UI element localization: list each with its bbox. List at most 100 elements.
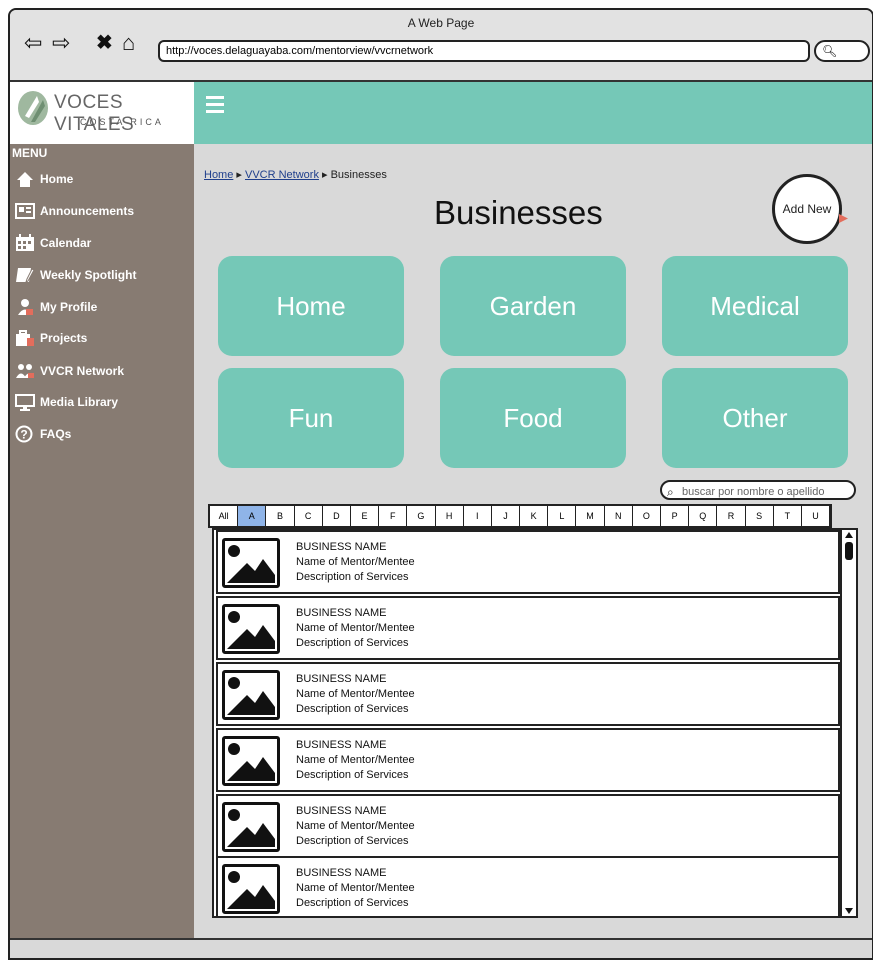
category-label: Garden (489, 290, 577, 321)
list-item-text: BUSINESS NAME Name of Mentor/Mentee Desc… (296, 540, 415, 585)
sidebar-item-announcements[interactable]: Announcements (15, 200, 134, 222)
list-item[interactable]: BUSINESS NAME Name of Mentor/Mentee Desc… (216, 530, 840, 594)
sidebar-item-label: Announcements (40, 204, 135, 218)
list-item[interactable]: BUSINESS NAME Name of Mentor/Mentee Desc… (216, 596, 840, 660)
forward-icon[interactable]: ⇨ (52, 32, 70, 54)
back-icon[interactable]: ⇦ (24, 32, 42, 54)
alpha-filter-k[interactable]: K (520, 506, 549, 526)
browser-window: A Web Page ⇦ ⇨ ✖ ⌂ http://voces.delaguay… (8, 8, 873, 960)
alpha-filter-j[interactable]: J (492, 506, 521, 526)
alphabet-filter: All A B C D E F G H I J K L M N O P Q R … (208, 504, 833, 528)
image-placeholder-icon (222, 802, 280, 852)
list-scrollbar[interactable] (840, 530, 856, 916)
sidebar-item-projects[interactable]: Projects (15, 327, 87, 349)
breadcrumb-separator-icon: ▸ (236, 169, 245, 181)
member-search-input[interactable]: ⌕ buscar por nombre o apellido (660, 480, 856, 500)
breadcrumb-home-link[interactable]: Home (204, 169, 233, 181)
breadcrumb-network-link[interactable]: VVCR Network (245, 169, 319, 181)
alpha-filter-b[interactable]: B (266, 506, 295, 526)
image-placeholder-icon (222, 864, 280, 914)
list-item[interactable]: BUSINESS NAME Name of Mentor/Mentee Desc… (216, 856, 840, 916)
alpha-filter-h[interactable]: H (436, 506, 464, 526)
list-item-text: BUSINESS NAME Name of Mentor/Mentee Desc… (296, 606, 415, 651)
category-food-button[interactable]: Food (440, 368, 626, 468)
user-icon (15, 298, 35, 316)
alpha-filter-n[interactable]: N (605, 506, 633, 526)
sidebar-item-label: My Profile (40, 300, 98, 314)
browser-title-bar: A Web Page ⇦ ⇨ ✖ ⌂ http://voces.delaguay… (10, 10, 872, 82)
sidebar-item-vvcr-network[interactable]: VVCR Network (15, 360, 124, 382)
close-icon[interactable]: ✖ (96, 32, 113, 54)
logo[interactable]: VOCES VITALES COSTA RICA (10, 82, 194, 144)
sidebar-item-label: Media Library (40, 395, 119, 409)
category-label: Home (276, 290, 346, 321)
sidebar-item-label: Projects (40, 331, 88, 345)
newspaper-icon (15, 202, 35, 220)
category-medical-button[interactable]: Medical (662, 256, 848, 356)
list-item-text: BUSINESS NAME Name of Mentor/Mentee Desc… (296, 866, 415, 911)
category-label: Other (722, 402, 788, 433)
list-item[interactable]: BUSINESS NAME Name of Mentor/Mentee Desc… (216, 662, 840, 726)
main-content: Home ▸ VVCR Network ▸ Businesses Busines… (194, 144, 872, 940)
category-label: Medical (710, 290, 800, 321)
business-name: BUSINESS NAME (296, 739, 387, 751)
home-nav-icon[interactable]: ⌂ (122, 32, 135, 54)
service-description: Description of Services (296, 835, 409, 847)
list-item[interactable]: BUSINESS NAME Name of Mentor/Mentee Desc… (216, 728, 840, 792)
service-description: Description of Services (296, 703, 409, 715)
help-icon: ? (15, 425, 35, 443)
alpha-filter-r[interactable]: R (717, 506, 746, 526)
alpha-filter-o[interactable]: O (633, 506, 661, 526)
svg-text:?: ? (20, 428, 27, 442)
breadcrumb: Home ▸ VVCR Network ▸ Businesses (204, 168, 387, 181)
sidebar-item-label: FAQs (40, 427, 72, 441)
sidebar-item-calendar[interactable]: Calendar (15, 232, 91, 254)
category-garden-button[interactable]: Garden (440, 256, 626, 356)
alpha-filter-d[interactable]: D (323, 506, 351, 526)
mentor-name: Name of Mentor/Mentee (296, 754, 415, 766)
alpha-filter-i[interactable]: I (464, 506, 492, 526)
business-name: BUSINESS NAME (296, 673, 387, 685)
home-icon (15, 170, 35, 188)
alpha-filter-a[interactable]: A (238, 506, 267, 526)
alpha-filter-u[interactable]: U (802, 506, 831, 526)
annotation-link-icon (839, 214, 848, 223)
alpha-filter-all[interactable]: All (210, 506, 239, 526)
alpha-filter-c[interactable]: C (295, 506, 323, 526)
add-new-button[interactable]: Add New (772, 174, 842, 244)
list-item[interactable]: BUSINESS NAME Name of Mentor/Mentee Desc… (216, 794, 840, 858)
alpha-filter-l[interactable]: L (548, 506, 577, 526)
list-item-text: BUSINESS NAME Name of Mentor/Mentee Desc… (296, 804, 415, 849)
mentor-name: Name of Mentor/Mentee (296, 556, 415, 568)
add-new-label: Add New (782, 202, 832, 216)
sidebar-item-home[interactable]: Home (15, 168, 73, 190)
alpha-filter-f[interactable]: F (379, 506, 408, 526)
search-placeholder: buscar por nombre o apellido (682, 486, 825, 498)
service-description: Description of Services (296, 571, 409, 583)
alpha-filter-p[interactable]: P (661, 506, 690, 526)
menu-label: MENU (12, 146, 48, 160)
category-other-button[interactable]: Other (662, 368, 848, 468)
sidebar-item-media-library[interactable]: Media Library (15, 391, 118, 413)
image-placeholder-icon (222, 670, 280, 720)
sidebar-item-weekly-spotlight[interactable]: Weekly Spotlight (15, 264, 136, 286)
service-description: Description of Services (296, 769, 409, 781)
alpha-filter-q[interactable]: Q (689, 506, 718, 526)
browser-search-box[interactable]: 🔍︎ (814, 40, 870, 62)
alpha-filter-g[interactable]: G (407, 506, 436, 526)
alpha-filter-e[interactable]: E (351, 506, 380, 526)
category-home-button[interactable]: Home (218, 256, 404, 356)
alpha-filter-t[interactable]: T (774, 506, 802, 526)
alpha-filter-m[interactable]: M (576, 506, 605, 526)
sidebar-item-label: Weekly Spotlight (40, 268, 137, 282)
sidebar-item-my-profile[interactable]: My Profile (15, 296, 97, 318)
window-title: A Web Page (407, 16, 475, 30)
category-fun-button[interactable]: Fun (218, 368, 404, 468)
search-icon: ⌕ (667, 485, 674, 499)
hamburger-menu-icon[interactable] (206, 96, 224, 113)
sidebar-item-label: Calendar (40, 236, 92, 250)
image-placeholder-icon (222, 736, 280, 786)
sidebar-item-faqs[interactable]: ? FAQs (15, 423, 71, 445)
alpha-filter-s[interactable]: S (746, 506, 774, 526)
address-bar[interactable]: http://voces.delaguayaba.com/mentorview/… (158, 40, 810, 62)
